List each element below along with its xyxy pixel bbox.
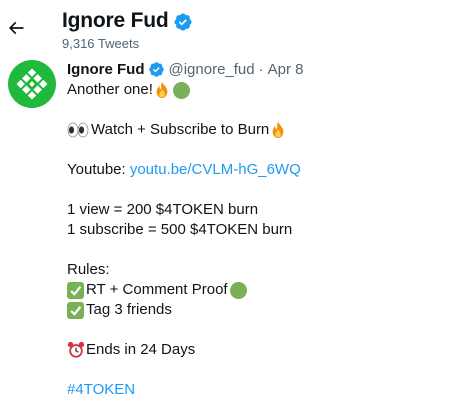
tweet-line-text: 1 subscribe = 500 $4TOKEN burn bbox=[67, 221, 293, 238]
check-mark-icon bbox=[67, 301, 84, 319]
tweet-count: 9,316 Tweets bbox=[62, 36, 140, 51]
tweet-line-text: RT + Comment Proof bbox=[86, 281, 228, 298]
tweet-line-text: Another one! bbox=[67, 81, 153, 98]
tweet-line-text: Tag 3 friends bbox=[86, 301, 172, 318]
tweet-line: Rules: bbox=[67, 260, 452, 280]
youtube-label: Youtube: bbox=[67, 161, 130, 178]
tweet-text: Another one! Watch + Subscribe to Burn Y… bbox=[67, 80, 452, 400]
verified-badge-icon bbox=[148, 62, 164, 77]
profile-header: Ignore Fud bbox=[62, 9, 193, 33]
tweet-line: Tag 3 friends bbox=[67, 300, 452, 320]
arrow-left-icon bbox=[8, 21, 24, 35]
alarm-clock-icon bbox=[67, 341, 85, 358]
tweet-line: 1 subscribe = 500 $4TOKEN burn bbox=[67, 220, 452, 240]
tweet-line: 1 view = 200 $4TOKEN burn bbox=[67, 200, 452, 220]
tweet-author-name[interactable]: Ignore Fud bbox=[67, 61, 145, 78]
header-display-name: Ignore Fud bbox=[62, 9, 169, 32]
tweet-line: Ends in 24 Days bbox=[67, 340, 452, 360]
hashtag-link[interactable]: #4TOKEN bbox=[67, 380, 135, 400]
tweet-page: Ignore Fud 9,316 Tweets Ignore Fud @igno… bbox=[0, 0, 461, 406]
tweet-line-text: Ends in 24 Days bbox=[86, 341, 196, 358]
verified-badge-icon bbox=[173, 12, 192, 31]
fire-icon bbox=[156, 81, 168, 99]
green-logo-avatar bbox=[16, 68, 48, 100]
tweet-line-text: 1 view = 200 $4TOKEN burn bbox=[67, 201, 259, 218]
tweet-line-text: Watch + Subscribe to Burn bbox=[91, 121, 270, 138]
tweet-line: RT + Comment Proof bbox=[67, 280, 452, 300]
fire-icon bbox=[272, 121, 284, 139]
green-circle-icon bbox=[172, 81, 190, 99]
tweet-line: Watch + Subscribe to Burn bbox=[67, 120, 452, 140]
avatar[interactable] bbox=[8, 60, 56, 108]
tweet-header: Ignore Fud @ignore_fud · Apr 8 bbox=[67, 61, 303, 78]
youtube-link[interactable]: youtu.be/CVLM-hG_6WQ bbox=[130, 160, 301, 180]
green-circle-icon bbox=[229, 281, 247, 299]
tweet-line-text: Rules: bbox=[67, 261, 110, 278]
back-button[interactable] bbox=[5, 17, 27, 39]
tweet-line: #4TOKEN bbox=[67, 380, 452, 400]
check-mark-icon bbox=[67, 281, 84, 299]
tweet-line: Youtube: youtu.be/CVLM-hG_6WQ bbox=[67, 160, 452, 180]
tweet-date[interactable]: Apr 8 bbox=[268, 61, 304, 78]
meta-separator: · bbox=[258, 61, 264, 78]
eyes-icon bbox=[67, 122, 89, 138]
tweet-handle[interactable]: @ignore_fud bbox=[169, 61, 255, 78]
tweet-line: Another one! bbox=[67, 80, 452, 100]
